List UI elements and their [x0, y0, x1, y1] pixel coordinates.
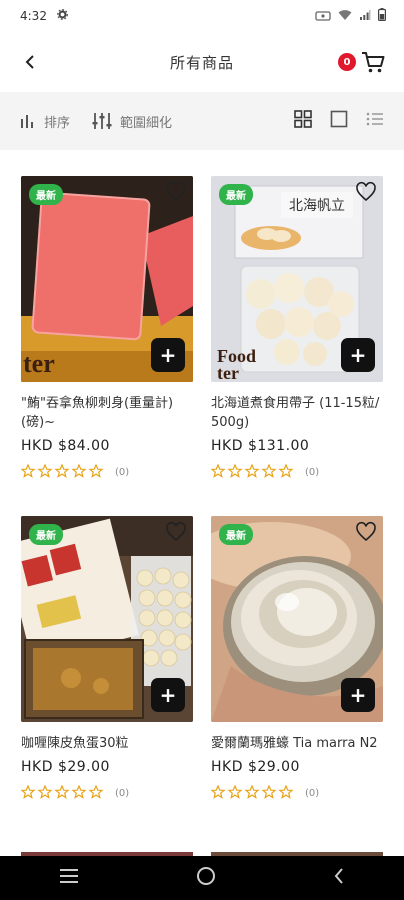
wishlist-heart-icon[interactable] [355, 521, 377, 543]
star-rating-icon [20, 784, 105, 803]
star-rating-icon [20, 463, 105, 482]
product-rating: (0) [20, 784, 193, 803]
product-rating: (0) [210, 463, 383, 482]
settings-status-icon [57, 9, 68, 23]
review-count: (0) [305, 467, 320, 478]
filter-bar: 排序 範圍細化 [0, 92, 404, 150]
view-toggles [294, 110, 384, 132]
star-rating-icon [210, 463, 295, 482]
sort-button[interactable]: 排序 [20, 112, 70, 131]
circle-home-icon [196, 867, 215, 885]
status-time: 4:32 [20, 9, 47, 23]
product-image-scallop[interactable]: 北海帆立 Food ter 最新 + [211, 176, 383, 382]
new-badge: 最新 [219, 524, 253, 545]
svg-text:ter: ter [217, 363, 239, 382]
signal-status-icon [359, 9, 371, 24]
system-nav-bar [0, 856, 404, 900]
product-name[interactable]: 北海道煮食用帶子 (11-15粒/ 500g) [211, 394, 383, 432]
recent-apps-button[interactable] [59, 868, 79, 888]
refine-label: 範圍細化 [120, 115, 173, 131]
product-name[interactable]: "鮪"吞拿魚柳刺身(重量計)(磅)~ [21, 394, 193, 432]
bar-chart-icon [21, 115, 33, 128]
list-view-button[interactable] [366, 111, 384, 131]
product-grid: ter 最新 + "鮪"吞拿魚柳刺身(重量計)(磅)~ HKD $84.00 (… [20, 176, 383, 856]
grid-icon [294, 110, 312, 128]
new-badge: 最新 [219, 184, 253, 205]
review-count: (0) [305, 788, 320, 799]
star-rating-icon [210, 784, 295, 803]
product-card[interactable]: 最新 + 愛爾蘭瑪雅蠔 Tia marra N2 HKD $29.00 (0) [210, 516, 383, 856]
review-count: (0) [115, 467, 130, 478]
sliders-icon [92, 113, 112, 129]
battery-status-icon [378, 8, 387, 24]
wifi-status-icon [338, 9, 352, 24]
product-card[interactable]: 最新 + 咖喱陳皮魚蛋30粒 HKD $29.00 (0) [20, 516, 193, 856]
product-rating: (0) [20, 463, 193, 482]
wishlist-heart-icon[interactable] [165, 521, 187, 543]
cart-icon [362, 52, 385, 73]
product-image-oyster[interactable]: 最新 + [211, 516, 383, 722]
new-badge: 最新 [29, 524, 63, 545]
product-card[interactable]: ter 最新 + "鮪"吞拿魚柳刺身(重量計)(磅)~ HKD $84.00 (… [20, 176, 193, 516]
square-icon [330, 110, 348, 128]
cart-count-badge: 0 [338, 53, 356, 71]
product-name[interactable]: 愛爾蘭瑪雅蠔 Tia marra N2 [211, 734, 383, 753]
product-name[interactable]: 咖喱陳皮魚蛋30粒 [21, 734, 193, 753]
add-to-cart-button[interactable]: + [151, 338, 185, 372]
grid-view-button[interactable] [294, 110, 312, 132]
product-card[interactable]: 北海帆立 Food ter 最新 + 北海道煮食用帶子 (11-15粒/ 500… [210, 176, 383, 516]
app-header: 所有商品 0 [0, 32, 404, 92]
product-price: HKD $29.00 [211, 759, 300, 775]
new-badge: 最新 [29, 184, 63, 205]
menu-lines-icon [59, 869, 78, 883]
back-button[interactable] [18, 50, 42, 74]
review-count: (0) [115, 788, 130, 799]
chevron-left-icon [334, 868, 344, 884]
list-icon [366, 112, 383, 126]
wishlist-heart-icon[interactable] [355, 181, 377, 203]
svg-text:ter: ter [23, 349, 55, 378]
chevron-left-icon [25, 55, 34, 69]
product-price: HKD $29.00 [21, 759, 110, 775]
cart-button[interactable]: 0 [338, 48, 386, 78]
product-image-tuna[interactable]: ter 最新 + [21, 176, 193, 382]
cast-status-icon [315, 9, 331, 24]
home-button[interactable] [196, 866, 216, 890]
sort-label: 排序 [44, 115, 71, 131]
product-image-fishball[interactable]: 最新 + [21, 516, 193, 722]
product-price: HKD $131.00 [211, 438, 310, 454]
add-to-cart-button[interactable]: + [341, 338, 375, 372]
add-to-cart-button[interactable]: + [151, 678, 185, 712]
add-to-cart-button[interactable]: + [341, 678, 375, 712]
system-back-button[interactable] [333, 867, 345, 889]
wishlist-heart-icon[interactable] [165, 181, 187, 203]
product-price: HKD $84.00 [21, 438, 110, 454]
product-rating: (0) [210, 784, 383, 803]
refine-button[interactable]: 範圍細化 [92, 112, 172, 131]
single-view-button[interactable] [330, 110, 348, 132]
svg-text:北海帆立: 北海帆立 [289, 198, 345, 214]
status-bar: 4:32 [0, 0, 404, 32]
